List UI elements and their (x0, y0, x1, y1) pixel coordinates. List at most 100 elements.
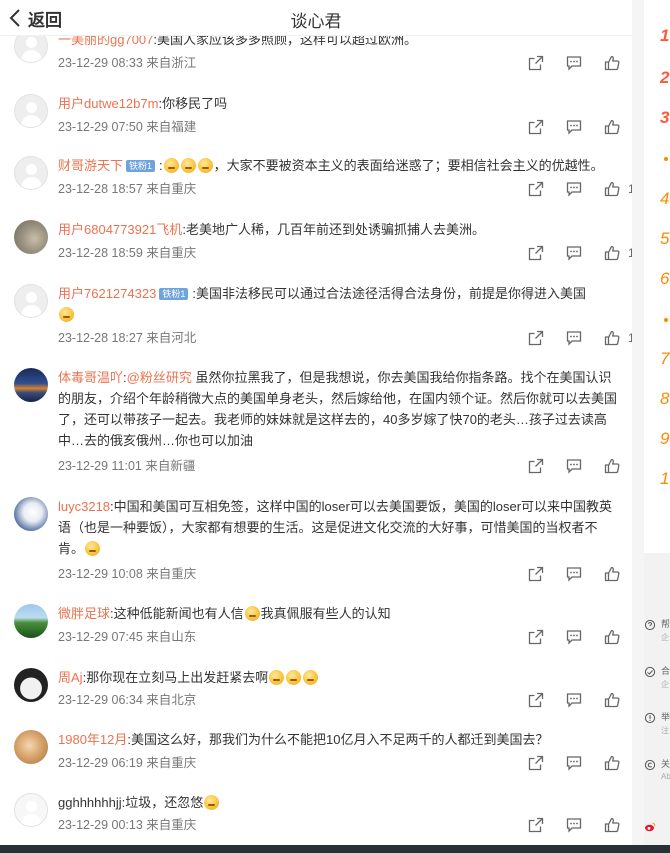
like-button[interactable]: 1 (604, 330, 632, 346)
avatar[interactable] (14, 604, 48, 638)
footer-label: 关 (661, 759, 670, 769)
like-button[interactable] (604, 755, 628, 771)
share-button[interactable] (528, 118, 566, 136)
share-button[interactable] (528, 816, 566, 834)
dot-icon (664, 157, 668, 161)
avatar[interactable] (14, 497, 48, 531)
footer-label: 合 (661, 666, 670, 676)
comment-source: 来自重庆 (146, 182, 197, 196)
like-button[interactable] (604, 566, 628, 582)
share-button[interactable] (528, 329, 566, 347)
rank-number[interactable]: 6 (660, 269, 669, 289)
comment-username[interactable]: 财哥游天下 (58, 158, 123, 173)
reply-button[interactable] (566, 329, 604, 347)
comment-username[interactable]: gghhhhhhjj (58, 795, 122, 810)
comment-actions (528, 118, 628, 136)
reply-button[interactable] (566, 244, 604, 262)
comment-username[interactable]: 用户7621274323 (58, 286, 156, 301)
rank-number[interactable]: 9 (660, 429, 669, 449)
reply-button[interactable] (566, 816, 604, 834)
rank-number[interactable]: 7 (660, 349, 669, 369)
comment-username[interactable]: 1980年12月 (58, 732, 127, 747)
reply-button[interactable] (566, 457, 604, 475)
share-icon (528, 55, 544, 71)
rank-number[interactable]: 10 (660, 469, 670, 489)
comment-icon (566, 818, 582, 833)
scrollbar[interactable] (632, 0, 644, 845)
rank-number[interactable]: 8 (660, 389, 669, 409)
comment-username[interactable]: 体毒哥温吖 (58, 370, 123, 385)
comment-text: 体毒哥温吖:@粉丝研究 虽然你拉黑我了，但是我想说，你去美国我给你指条路。找个在… (58, 370, 618, 448)
share-button[interactable] (528, 54, 566, 72)
like-icon (604, 692, 620, 708)
comment-username[interactable]: 用户dutwe12b7m (58, 96, 158, 111)
comment-text: luyc3218:中国和美国可互相免签，这样中国的loser可以去美国要饭，美国… (58, 499, 613, 556)
comment-time: 23-12-28 18:57 (58, 182, 143, 196)
avatar[interactable] (14, 730, 48, 764)
share-button[interactable] (528, 457, 566, 475)
reply-button[interactable] (566, 54, 604, 72)
reply-button[interactable] (566, 118, 604, 136)
comment-time: 23-12-28 18:27 (58, 331, 143, 345)
comment-meta: 23-12-29 06:34 来自北京 (58, 692, 196, 708)
avatar[interactable] (14, 284, 48, 318)
share-button[interactable] (528, 628, 566, 646)
avatar[interactable] (14, 94, 48, 128)
comment-text: 财哥游天下 铁粉1: ，大家不要被资本主义的表面给迷惑了；要相信社会主义的优越性。 (58, 158, 604, 173)
comment-text: 用户7621274323 铁粉1:美国非法移民可以通过合法途径活得合法身份，前提是… (58, 283, 618, 325)
reply-button[interactable] (566, 180, 604, 198)
rank-number[interactable]: 2 (660, 68, 669, 88)
footer-sub: 企 (661, 633, 669, 642)
like-button[interactable] (604, 817, 628, 833)
like-button[interactable] (604, 119, 628, 135)
avatar[interactable] (14, 220, 48, 254)
comment-actions (528, 565, 628, 583)
reply-button[interactable] (566, 628, 604, 646)
comment-content: ，大家不要被资本主义的表面给迷惑了；要相信社会主义的优越性。 (213, 158, 604, 173)
comment-content-2: 我真佩服有些人的认知 (260, 606, 391, 621)
emoji-icon (180, 158, 196, 173)
like-button[interactable] (604, 458, 628, 474)
like-button[interactable] (604, 55, 628, 71)
emoji-icon (269, 670, 285, 685)
comment-username[interactable]: 微胖足球 (58, 606, 110, 621)
like-button[interactable]: 1 (604, 181, 632, 197)
comment-username[interactable]: 周Aj (58, 670, 83, 685)
handshake-icon (644, 666, 656, 678)
comment-time: 23-12-29 00:13 (58, 818, 143, 832)
reply-button[interactable] (566, 691, 604, 709)
like-icon (604, 245, 620, 261)
like-button[interactable] (604, 629, 628, 645)
avatar[interactable] (14, 368, 48, 402)
comment-content: 美国这么好，那我们为什么不能把10亿月入不足两千的人都迁到美国去？ (131, 732, 549, 747)
comment-time: 23-12-29 06:34 (58, 693, 143, 707)
share-button[interactable] (528, 180, 566, 198)
comment-actions: 1 (528, 180, 632, 198)
mention-link[interactable]: @粉丝研究 (127, 370, 192, 385)
share-button[interactable] (528, 754, 566, 772)
comment-icon (566, 246, 582, 261)
share-button[interactable] (528, 565, 566, 583)
share-button[interactable] (528, 244, 566, 262)
rank-number[interactable]: 4 (660, 189, 669, 209)
like-button[interactable]: 1 (604, 245, 632, 261)
comment-content: 垃圾，还忽悠 (125, 795, 204, 810)
comment-source: 来自福建 (146, 120, 197, 134)
emoji-icon (204, 795, 220, 810)
rank-number[interactable]: 3 (660, 108, 669, 128)
comment-username[interactable]: 用户6804773921飞机 (58, 222, 182, 237)
avatar[interactable] (14, 793, 48, 827)
rank-number[interactable]: 1 (660, 26, 669, 46)
comment-actions (528, 457, 628, 475)
comment-username[interactable]: luyc3218 (58, 499, 110, 514)
like-button[interactable] (604, 692, 628, 708)
comment-time: 23-12-29 07:45 (58, 630, 143, 644)
comment-actions (528, 628, 628, 646)
avatar[interactable] (14, 668, 48, 702)
comment-text: 用户6804773921飞机:老美地广人稀，几百年前还到处诱骗抓捕人去美洲。 (58, 222, 485, 237)
reply-button[interactable] (566, 754, 604, 772)
share-button[interactable] (528, 691, 566, 709)
rank-number[interactable]: 5 (660, 229, 669, 249)
avatar[interactable] (14, 156, 48, 190)
reply-button[interactable] (566, 565, 604, 583)
